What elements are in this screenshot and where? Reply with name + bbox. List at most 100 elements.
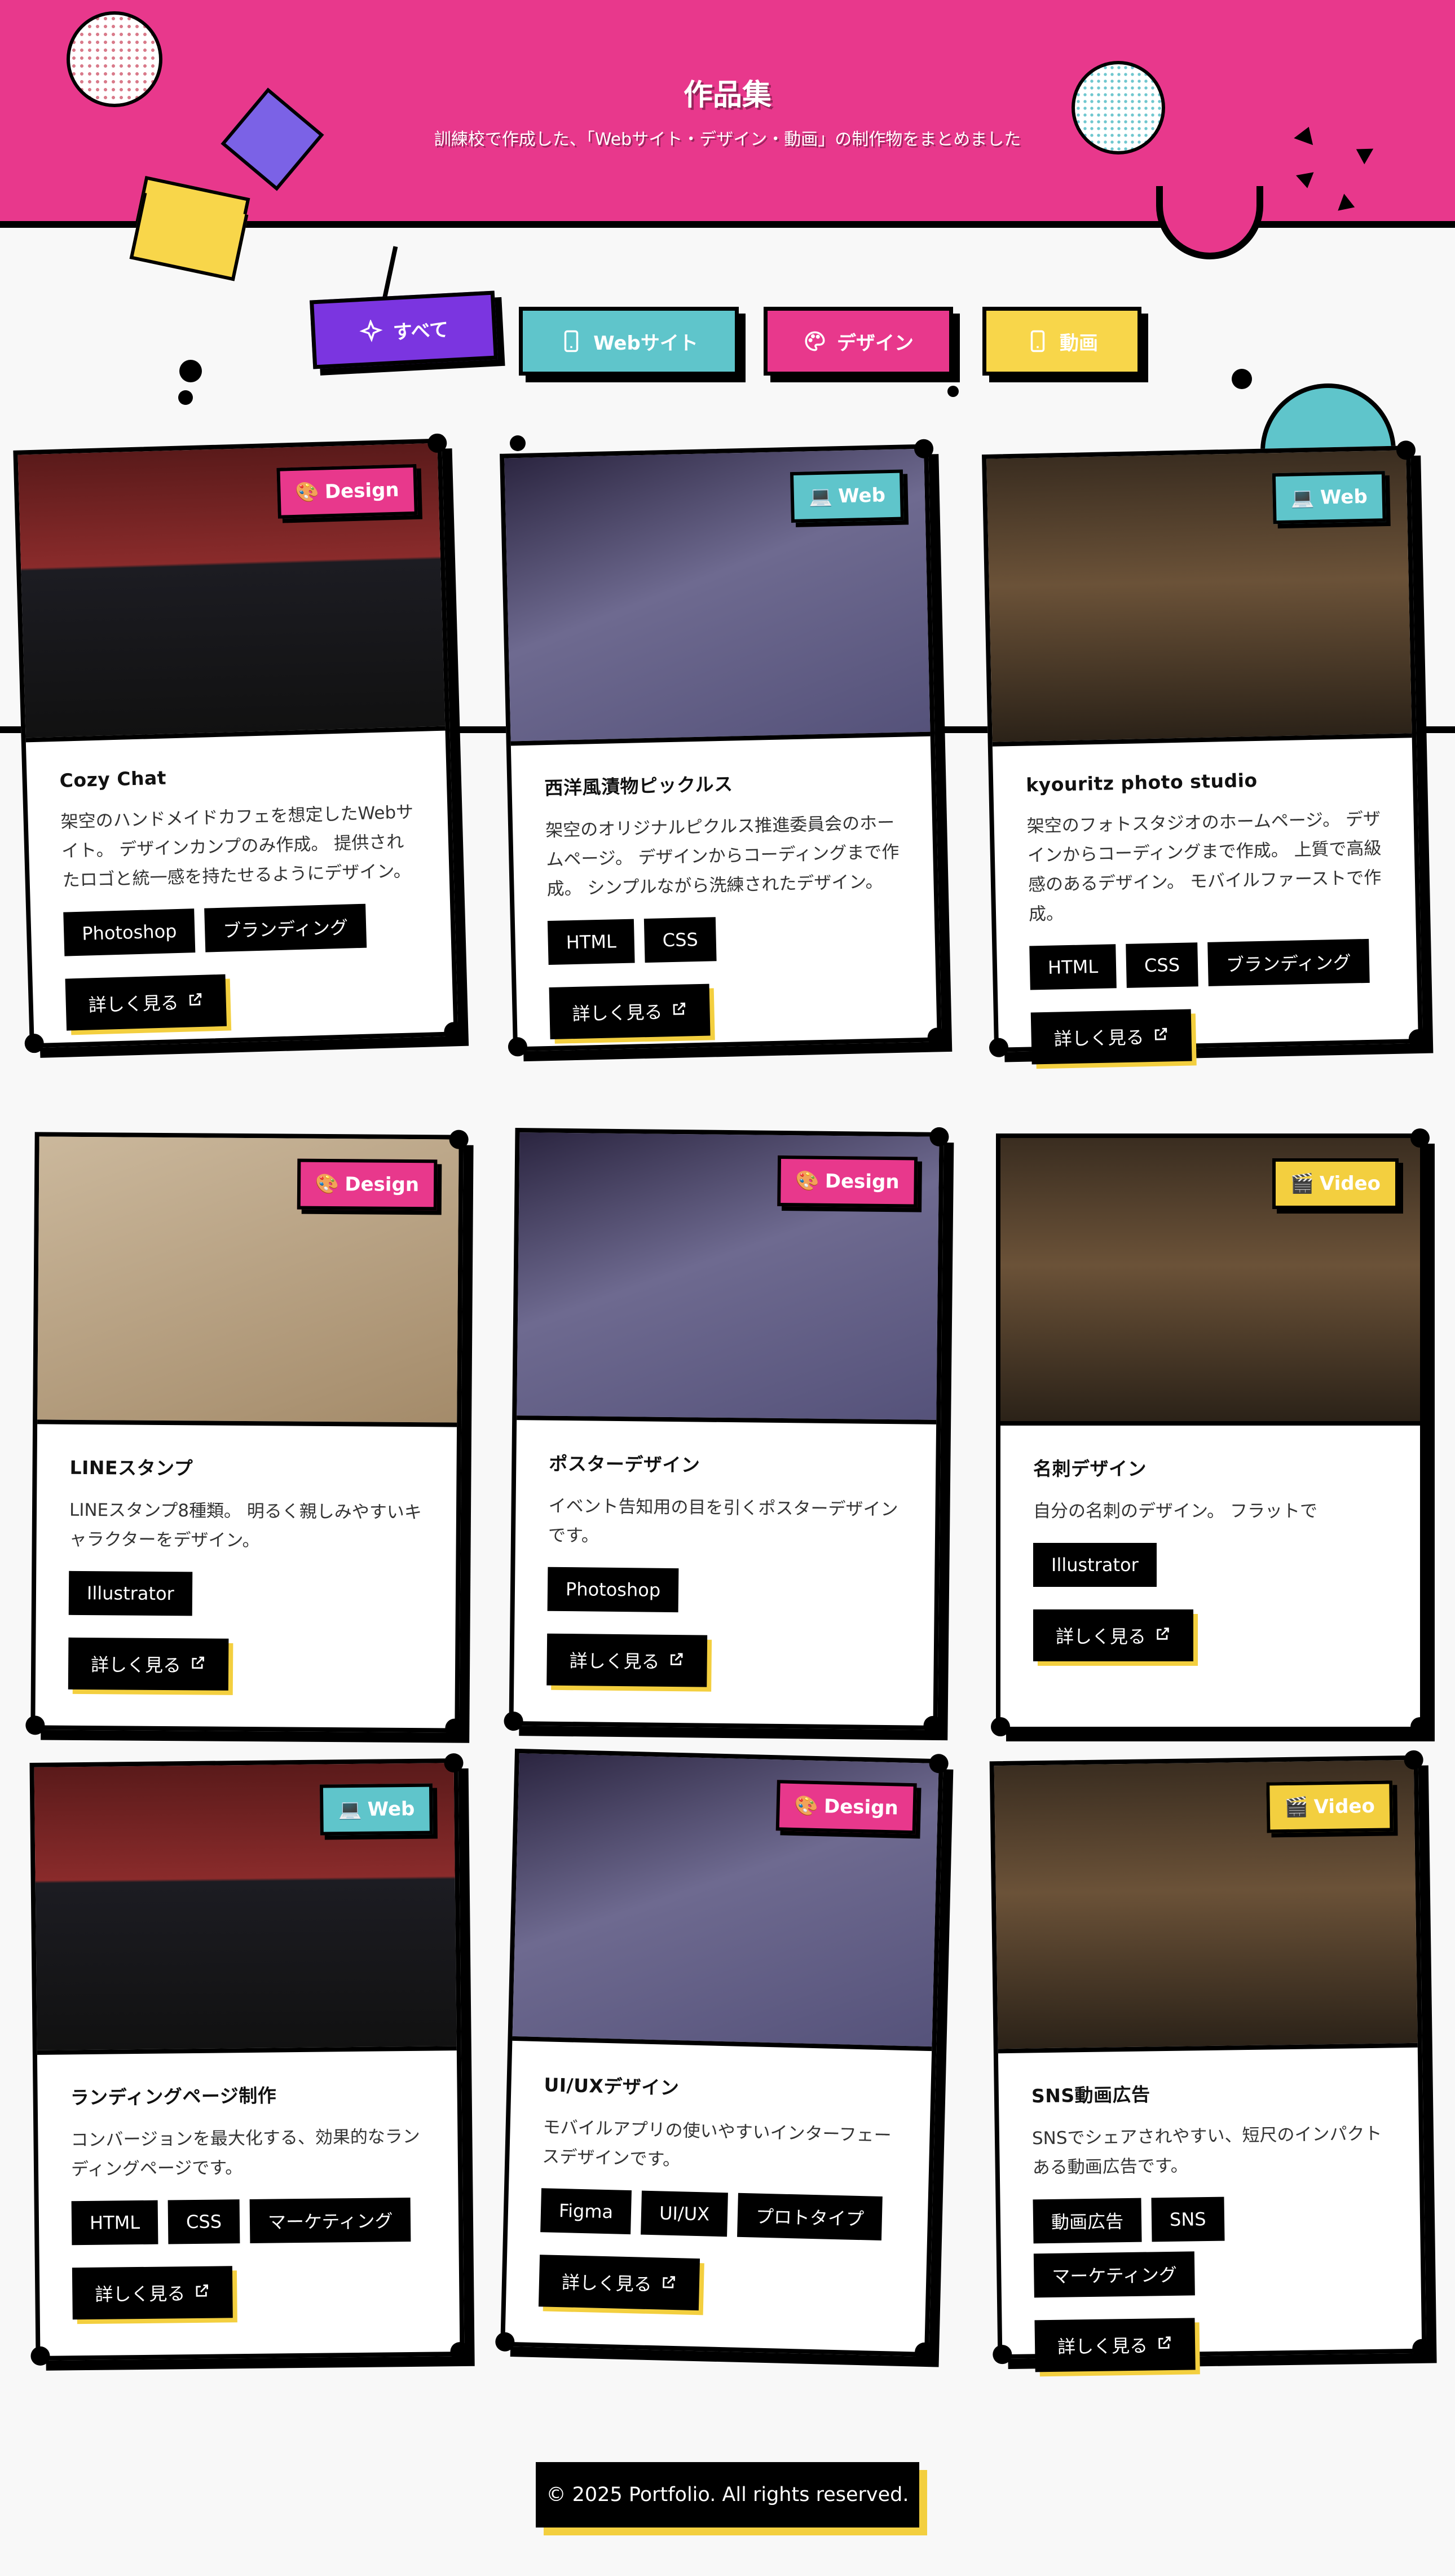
category-icon: 🎬 (1290, 1172, 1314, 1195)
external-link-icon (187, 990, 204, 1012)
tag-list: Photoshop (547, 1567, 907, 1615)
category-label: Design (823, 1795, 899, 1820)
filter-button-video[interactable]: 動画 (982, 307, 1141, 376)
category-label: Video (1313, 1794, 1375, 1819)
filter-label: デザイン (837, 332, 914, 355)
category-icon: 🎨 (795, 1170, 820, 1193)
project-description: 架空のオリジナルピクルス推進委員会のホームページ。 デザインからコーディングまで… (545, 813, 900, 900)
tag-list: HTML CSS (547, 913, 907, 965)
project-description: SNSでシェアされやすい、短尺のインパクトある動画広告です。 (1031, 2123, 1382, 2178)
page-title: 作品集 (683, 78, 771, 112)
corner-dot (449, 1130, 469, 1149)
tag-list: Illustrator (68, 1571, 428, 1617)
view-details-button[interactable]: 詳しく見る (68, 1637, 229, 1691)
corner-dot (504, 1711, 523, 1731)
corner-dot (25, 1715, 45, 1735)
tech-tag: HTML (1029, 944, 1117, 990)
project-thumbnail: 🎨 Design (517, 1132, 940, 1424)
triangle-decoration (1295, 172, 1317, 190)
category-badge: 🎨 Design (777, 1155, 918, 1208)
tech-tag: Photoshop (63, 908, 196, 956)
project-thumbnail: 🎬 Video (994, 1759, 1418, 2054)
corner-dot (929, 1753, 949, 1774)
category-badge: 🎨 Design (297, 1158, 438, 1211)
tech-tag: Illustrator (1033, 1543, 1157, 1587)
project-description: 架空のハンドメイドカフェを想定したWebサイト。 デザインカンプのみ作成。 提供… (60, 802, 414, 891)
tech-tag: ブランディング (1207, 938, 1370, 986)
corner-dot (427, 433, 447, 453)
filter-label: Webサイト (593, 332, 698, 355)
view-details-label: 詳しく見る (1056, 1626, 1147, 1647)
project-card: 💻 Web kyouritz photo studio 架空のフォトスタジオのホ… (981, 440, 1428, 1065)
corner-dot (443, 1021, 464, 1042)
category-badge: 🎨 Design (775, 1780, 917, 1834)
tech-tag: 動画広告 (1033, 2198, 1142, 2244)
view-details-button[interactable]: 詳しく見る (549, 983, 711, 1039)
tech-tag: CSS (167, 2199, 240, 2244)
project-description: 自分の名刺のデザイン。 フラットで (1033, 1501, 1317, 1521)
filter-label: 動画 (1060, 332, 1098, 355)
corner-dot (1404, 1750, 1423, 1770)
corner-dot (445, 1718, 465, 1738)
filter-button-all[interactable]: すべて (310, 290, 498, 369)
external-link-icon (671, 999, 687, 1021)
view-details-label: 詳しく見る (88, 992, 179, 1016)
view-details-button[interactable]: 詳しく見る (546, 1633, 708, 1687)
tag-list: Figma UI/UX プロトタイプ (540, 2188, 900, 2241)
filter-button-design[interactable]: デザイン (764, 307, 953, 376)
tag-list: 動画広告 SNS マーケティング (1033, 2194, 1392, 2298)
tag-list: HTML CSS マーケティング (71, 2197, 431, 2246)
category-icon: 🎨 (315, 1172, 340, 1196)
filter-button-web[interactable]: Webサイト (519, 307, 739, 376)
corner-dot (991, 1717, 1010, 1736)
project-card: 🎨 Design Cozy Chat 架空のハンドメイドカフェを想定したWebサ… (13, 433, 464, 1053)
project-card: 💻 Web ランディングページ制作 コンバージョンを最大化する、効果的なランディ… (29, 1753, 470, 2366)
project-title: 名刺デザイン (1033, 1458, 1147, 1480)
view-details-button[interactable]: 詳しく見る (1033, 1609, 1194, 1661)
page-subtitle: 訓練校で作成した、「Webサイト・デザイン・動画」の制作物をまとめました (434, 130, 1021, 149)
phone-icon (1026, 329, 1050, 353)
corner-dot (923, 1715, 943, 1736)
tag-list: HTML CSS ブランディング (1029, 938, 1388, 990)
project-title: LINEスタンプ (69, 1456, 193, 1480)
corner-dot (1412, 2339, 1432, 2358)
view-details-button[interactable]: 詳しく見る (1030, 1009, 1192, 1065)
external-link-icon (1153, 1025, 1169, 1047)
category-label: Web (367, 1797, 415, 1821)
external-link-icon (661, 2273, 677, 2295)
project-title: UI/UXデザイン (544, 2074, 680, 2099)
project-thumbnail: 🎬 Video (1000, 1138, 1420, 1426)
view-details-button[interactable]: 詳しく見る (538, 2255, 700, 2311)
category-badge: 💻 Web (319, 1783, 433, 1836)
category-badge: 🎬 Video (1272, 1158, 1399, 1209)
category-label: Video (1319, 1172, 1381, 1195)
project-title: SNS動画広告 (1031, 2083, 1150, 2107)
project-card: 🎨 Design UI/UXデザイン モバイルアプリの使いやすいインターフェース… (495, 1748, 949, 2362)
corner-dot (30, 2346, 50, 2366)
project-thumbnail: 🎨 Design (37, 1136, 459, 1427)
pink-half-circle-decoration (1156, 186, 1263, 259)
corner-dot (1410, 1717, 1430, 1736)
external-link-icon (190, 1653, 206, 1675)
tech-tag: HTML (547, 919, 635, 965)
tech-tag: UI/UX (641, 2190, 728, 2237)
tech-tag: Illustrator (68, 1571, 193, 1616)
dot-decoration (510, 435, 526, 451)
project-thumbnail: 💻 Web (986, 450, 1412, 747)
corner-dot (914, 2342, 934, 2362)
category-label: Design (345, 1173, 420, 1197)
project-card: 🎬 Video SNS動画広告 SNSでシェアされやすい、短尺のインパクトある動… (989, 1750, 1432, 2372)
view-details-button[interactable]: 詳しく見る (1034, 2318, 1196, 2372)
view-details-label: 詳しく見る (572, 1001, 663, 1025)
corner-dot (495, 2332, 515, 2352)
category-icon: 🎨 (794, 1794, 819, 1818)
category-icon: 🎬 (1284, 1796, 1308, 1819)
view-details-button[interactable]: 詳しく見る (65, 974, 227, 1031)
view-details-label: 詳しく見る (95, 2283, 186, 2305)
tech-tag: マーケティング (249, 2197, 411, 2243)
view-details-label: 詳しく見る (1057, 2335, 1148, 2358)
external-link-icon (194, 2282, 210, 2303)
project-thumbnail: 💻 Web (34, 1763, 457, 2055)
corner-dot (993, 2344, 1012, 2365)
view-details-button[interactable]: 詳しく見る (72, 2266, 233, 2320)
